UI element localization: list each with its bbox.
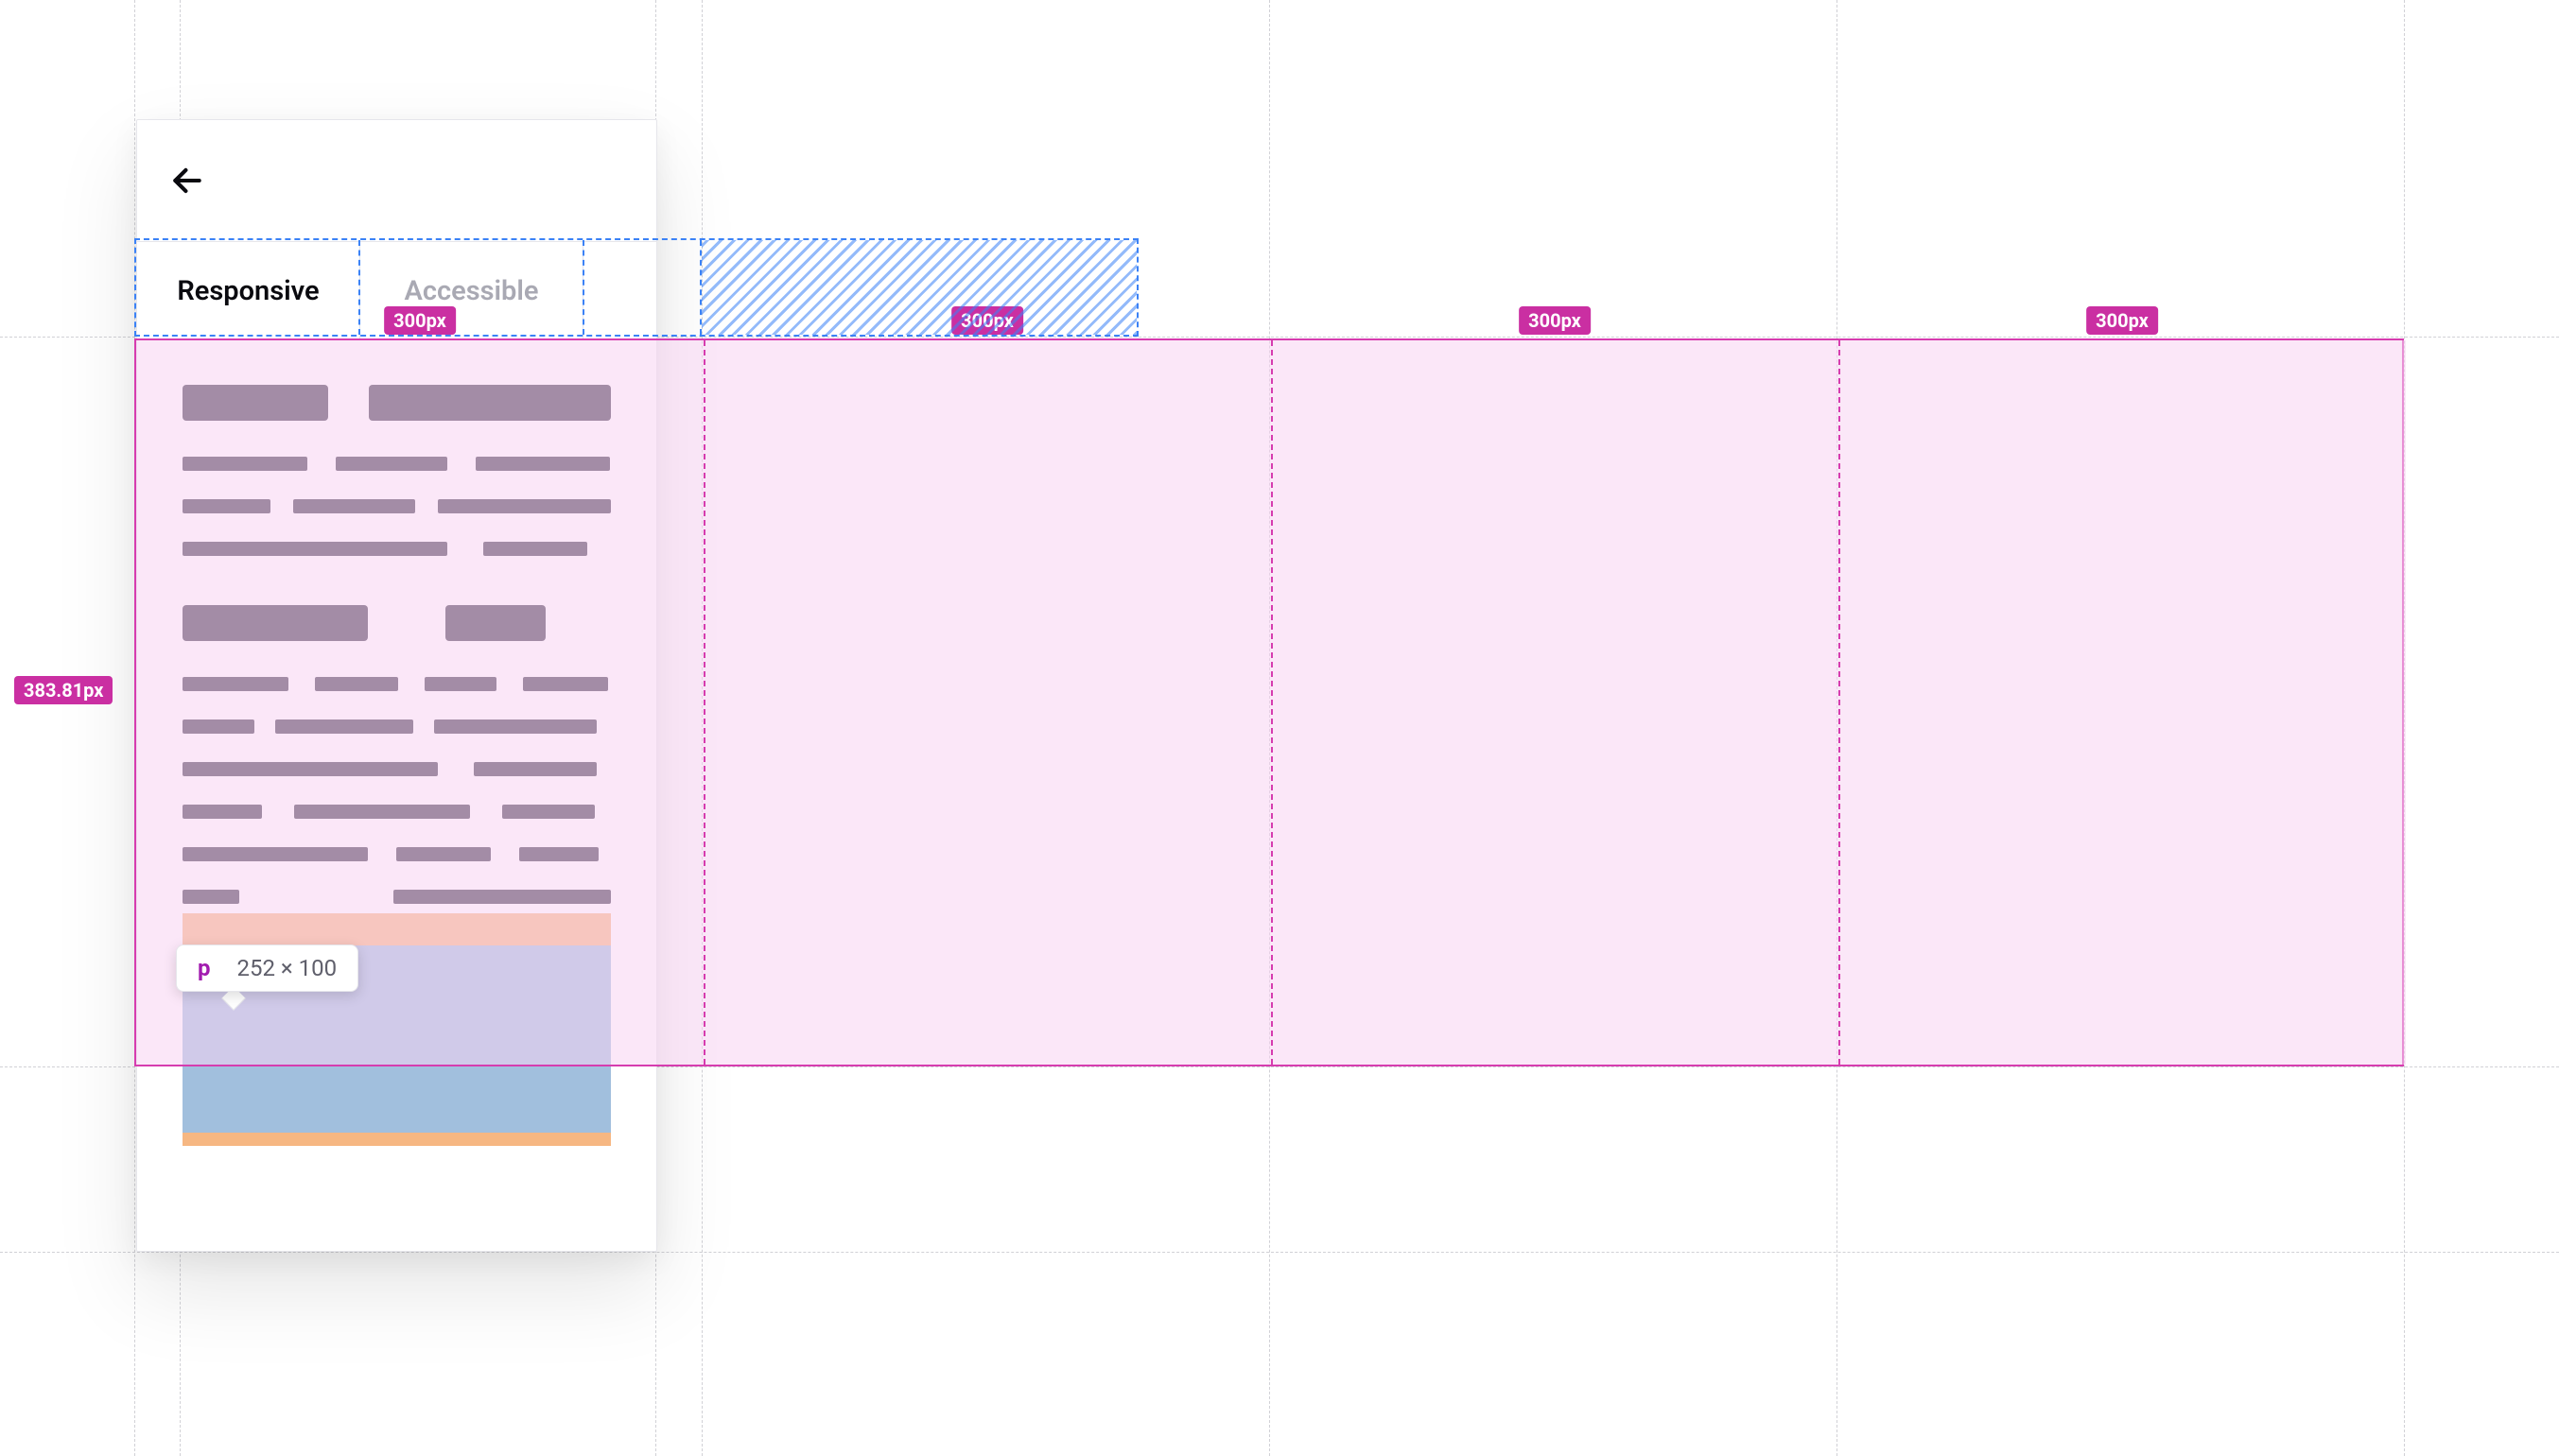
paragraph-skeleton bbox=[183, 805, 611, 904]
grid-row-label: 383.81px bbox=[14, 676, 113, 704]
device-content bbox=[137, 341, 656, 1146]
arrow-back-icon[interactable] bbox=[169, 163, 205, 199]
skeleton-bar bbox=[523, 677, 608, 691]
skeleton-bar bbox=[396, 847, 491, 861]
skeleton-bar bbox=[183, 847, 368, 861]
tab-label: Horizo bbox=[654, 275, 657, 307]
grid-column-line bbox=[704, 340, 705, 1065]
skeleton-bar bbox=[183, 499, 270, 513]
tab-horizontal[interactable]: Horizo bbox=[583, 242, 657, 339]
skeleton-bar bbox=[183, 457, 307, 471]
element-tooltip: p 252 × 100 bbox=[176, 945, 358, 992]
paragraph-skeleton bbox=[183, 457, 611, 556]
device-frame: Responsive Accessible Horizo bbox=[136, 119, 657, 1252]
tab-label: Responsive bbox=[177, 275, 319, 307]
skeleton-bar bbox=[474, 762, 597, 776]
skeleton-bar bbox=[393, 890, 611, 904]
heading-skeleton bbox=[183, 385, 611, 421]
skeleton-bar bbox=[519, 847, 599, 861]
grid-column-label: 300px bbox=[1519, 306, 1591, 335]
skeleton-bar bbox=[445, 605, 546, 641]
skeleton-bar bbox=[476, 457, 610, 471]
skeleton-bar bbox=[315, 677, 398, 691]
flex-free-space-hatch bbox=[702, 240, 1137, 335]
grid-column-line bbox=[1838, 340, 1840, 1065]
skeleton-bar bbox=[183, 605, 368, 641]
grid-cell bbox=[1271, 340, 1838, 1065]
skeleton-bar bbox=[183, 805, 262, 819]
skeleton-bar bbox=[438, 499, 611, 513]
skeleton-bar bbox=[293, 499, 415, 513]
skeleton-bar bbox=[294, 805, 470, 819]
skeleton-bar bbox=[183, 542, 447, 556]
tooltip-dimensions: 252 × 100 bbox=[237, 955, 338, 981]
heading-skeleton bbox=[183, 605, 611, 641]
skeleton-bar bbox=[502, 805, 595, 819]
tab-label: Accessible bbox=[404, 275, 538, 307]
tabs: Responsive Accessible Horizo bbox=[137, 241, 656, 339]
skeleton-bar bbox=[483, 542, 587, 556]
skeleton-bar bbox=[183, 762, 438, 776]
skeleton-bar bbox=[183, 719, 254, 734]
skeleton-bar bbox=[434, 719, 597, 734]
ext-column-guide bbox=[1269, 0, 1270, 1456]
grid-column-line bbox=[1271, 340, 1273, 1065]
grid-cell bbox=[1838, 340, 2406, 1065]
skeleton-bar bbox=[183, 385, 328, 421]
ext-column-guide bbox=[2404, 0, 2405, 1456]
skeleton-bar bbox=[336, 457, 447, 471]
guide-horizontal bbox=[0, 1252, 2559, 1253]
box-model-margin bbox=[183, 913, 611, 945]
skeleton-bar bbox=[183, 677, 288, 691]
tooltip-tag: p bbox=[198, 955, 211, 981]
grid-cell bbox=[704, 340, 1271, 1065]
skeleton-bar bbox=[369, 385, 611, 421]
tab-accessible[interactable]: Accessible bbox=[360, 242, 583, 339]
grid-column-label: 300px bbox=[2086, 306, 2158, 335]
device-header bbox=[137, 120, 656, 241]
skeleton-bar bbox=[183, 890, 239, 904]
paragraph-skeleton bbox=[183, 677, 611, 776]
skeleton-bar bbox=[425, 677, 496, 691]
guide-vertical bbox=[134, 0, 135, 1456]
grid-column-label: 300px bbox=[951, 306, 1023, 335]
skeleton-bar bbox=[275, 719, 413, 734]
tab-responsive[interactable]: Responsive bbox=[137, 242, 360, 339]
box-model-margin bbox=[183, 1133, 611, 1146]
ext-column-guide bbox=[702, 0, 703, 1456]
